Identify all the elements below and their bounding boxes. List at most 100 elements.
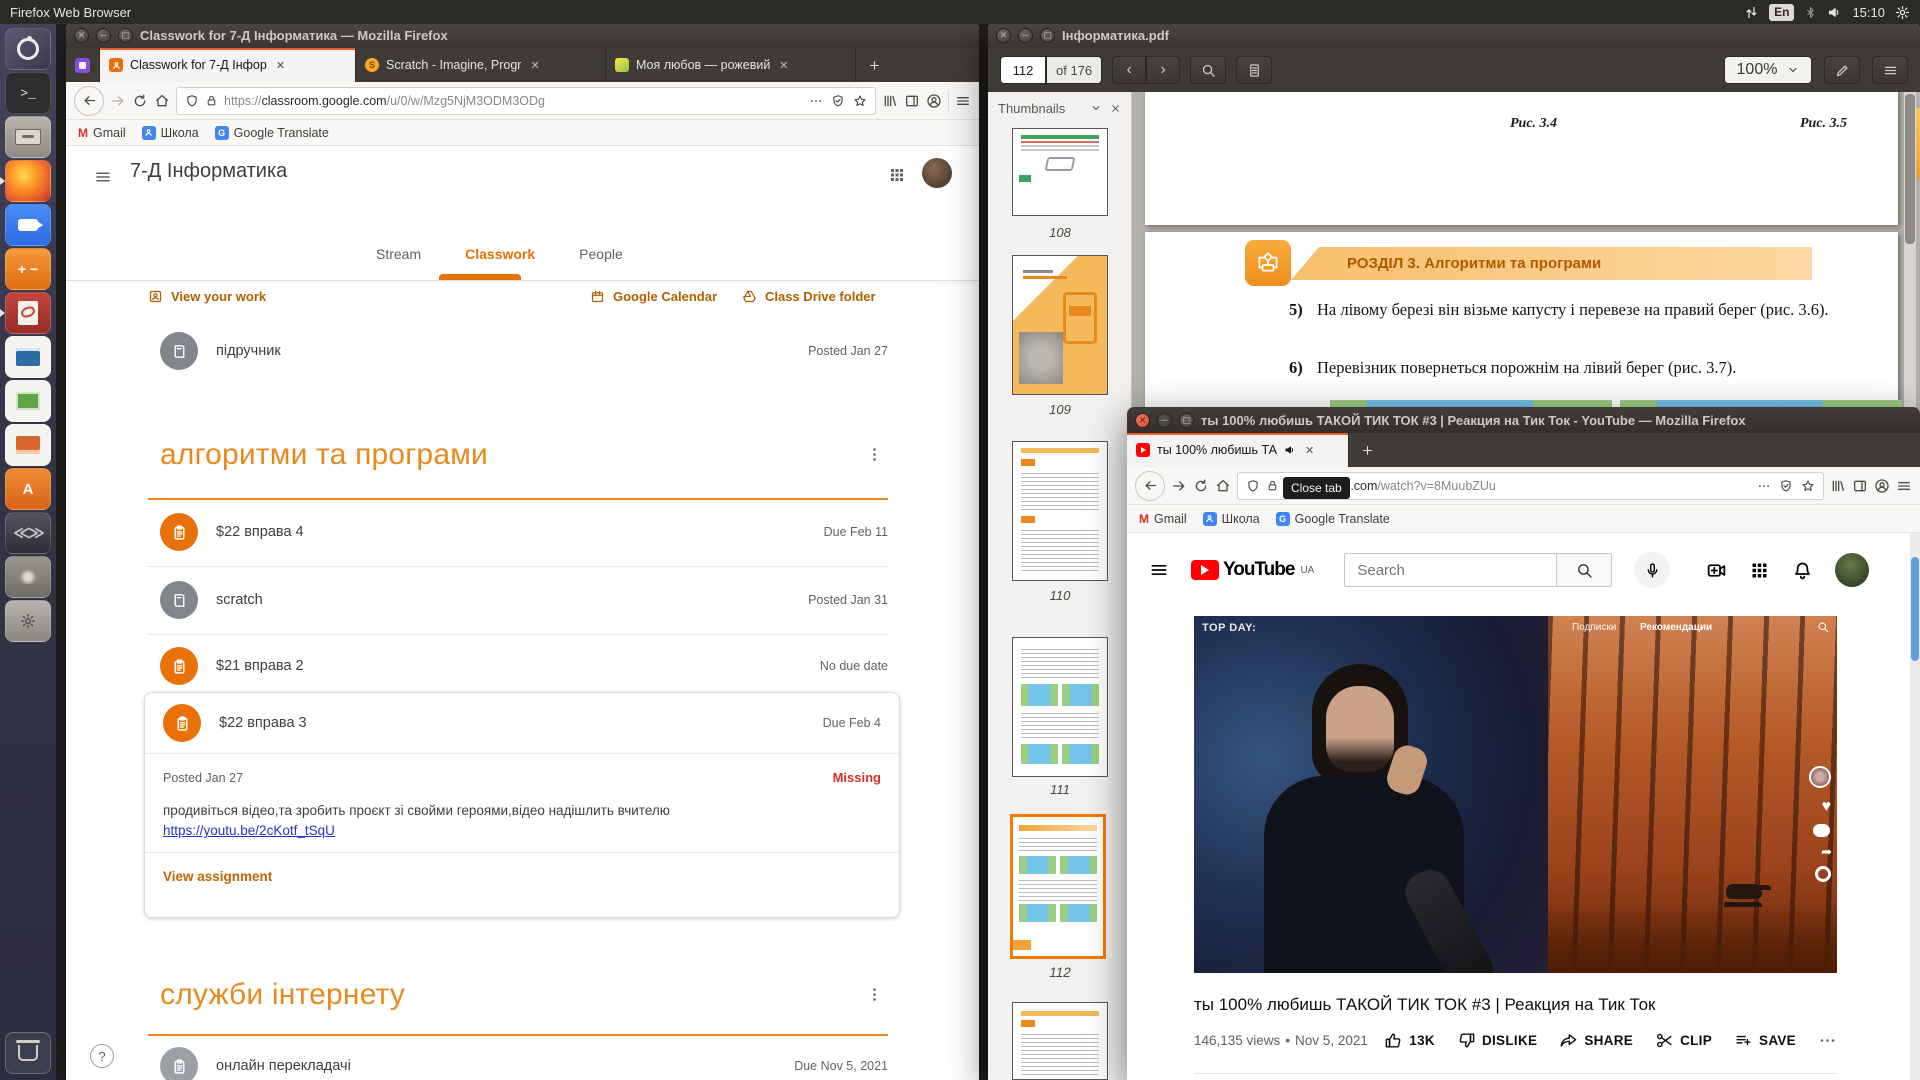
assignment-row-vprava2[interactable]: $21 вправа 2 No due date <box>160 646 888 686</box>
tiktok-comment-icon[interactable] <box>1813 824 1830 837</box>
classroom-menu-icon[interactable] <box>94 168 112 186</box>
window-close-button[interactable]: ✕ <box>1135 413 1150 428</box>
window-close-button[interactable]: ✕ <box>996 28 1011 43</box>
trash-icon[interactable] <box>5 1032 51 1074</box>
new-tab-button[interactable] <box>856 48 892 82</box>
pdf-menu-button[interactable] <box>1872 56 1908 84</box>
section-title-algorithms[interactable]: алгоритми та програми <box>160 438 488 472</box>
window-maximize-button[interactable]: ▢ <box>1040 28 1055 43</box>
view-assignment-button[interactable]: View assignment <box>163 869 272 884</box>
back-button[interactable] <box>74 86 104 116</box>
sidebars-icon[interactable] <box>1852 478 1868 494</box>
pdf-pen-button[interactable] <box>1824 56 1860 84</box>
sidebar-close-icon[interactable] <box>1110 103 1121 114</box>
next-page-button[interactable]: › <box>1146 56 1180 84</box>
material-row-scratch[interactable]: scratch Posted Jan 31 <box>160 580 888 620</box>
clock[interactable]: 15:10 <box>1852 5 1885 20</box>
youtube-apps-icon[interactable] <box>1749 560 1770 581</box>
section-title-internet[interactable]: служби інтернету <box>160 978 405 1012</box>
course-title[interactable]: 7-Д Інформатика <box>130 160 287 183</box>
account-icon[interactable] <box>926 93 942 109</box>
home-button[interactable] <box>1215 478 1231 494</box>
launcher-anydesk-icon[interactable]: ≪≫ <box>5 512 51 554</box>
launcher-writer-icon[interactable] <box>5 336 51 378</box>
reload-button[interactable] <box>132 93 148 109</box>
tab-classroom[interactable]: Classwork for 7-Д Інфор ✕ <box>100 48 356 82</box>
class-drive-folder-link[interactable]: Class Drive folder <box>742 289 876 304</box>
bluetooth-icon[interactable] <box>1804 6 1817 19</box>
launcher-firefox-icon[interactable] <box>5 160 51 202</box>
tracking-shield-icon[interactable] <box>1246 479 1260 493</box>
like-button[interactable]: 13K <box>1384 1031 1435 1050</box>
avatar[interactable] <box>922 158 952 188</box>
tab-close-icon[interactable]: ✕ <box>530 59 539 72</box>
youtube-scrollbar[interactable] <box>1910 533 1920 1080</box>
tiktok-search-icon[interactable] <box>1817 621 1829 633</box>
youtube-logo[interactable]: YouTube UA <box>1191 559 1314 581</box>
launcher-software-icon[interactable]: A <box>5 468 51 510</box>
pdf-search-button[interactable] <box>1190 56 1226 84</box>
window-maximize-button[interactable]: ▢ <box>1179 413 1194 428</box>
assignment-row-translators[interactable]: онлайн перекладачі Due Nov 5, 2021 <box>160 1046 888 1080</box>
tab-close-icon[interactable]: ✕ <box>1305 444 1314 457</box>
bookmark-translate[interactable]: GGoogle Translate <box>1276 512 1390 526</box>
window-minimize-button[interactable]: ─ <box>1018 28 1033 43</box>
protection-check-icon[interactable] <box>1779 479 1793 493</box>
app-menu-icon[interactable] <box>955 93 971 109</box>
save-button[interactable]: SAVE <box>1734 1031 1796 1050</box>
launcher-files-icon[interactable] <box>5 116 51 158</box>
launcher-zoom-icon[interactable] <box>5 204 51 246</box>
share-button[interactable]: SHARE <box>1559 1031 1633 1050</box>
pinned-tab[interactable] <box>66 48 100 82</box>
tiktok-recommendations-label[interactable]: Рекомендации <box>1640 622 1712 633</box>
help-button[interactable]: ? <box>90 1044 114 1068</box>
url-bar[interactable]: https://classroom.google.com/u/0/w/Mzg5N… <box>176 87 876 115</box>
tiktok-subscriptions-label[interactable]: Подписки <box>1572 622 1616 633</box>
card-video-link[interactable]: https://youtu.be/2cKotf_tSqU <box>163 823 335 838</box>
window-minimize-button[interactable]: ─ <box>1157 413 1172 428</box>
library-icon[interactable] <box>1830 478 1846 494</box>
launcher-impress-icon[interactable] <box>5 424 51 466</box>
youtube-search-input[interactable] <box>1344 553 1556 587</box>
bookmark-gmail[interactable]: MGmail <box>1139 512 1187 526</box>
tab-youtube-video[interactable]: ты 100% любишь ТА ✕ <box>1127 433 1349 467</box>
pdf-window-titlebar[interactable]: ✕ ─ ▢ Інформатика.pdf <box>988 22 1920 48</box>
launcher-disks-icon[interactable] <box>5 556 51 598</box>
clip-button[interactable]: CLIP <box>1655 1031 1712 1050</box>
keyboard-layout-indicator[interactable]: En <box>1769 4 1794 21</box>
volume-icon[interactable] <box>1827 5 1842 20</box>
tab-mylove[interactable]: Моя любов — рожевий ✕ <box>606 48 856 82</box>
previous-page-button[interactable]: ‹ <box>1112 56 1146 84</box>
video-player[interactable]: TOP DAY: Подписки Рекомендации ♥ <box>1194 616 1837 973</box>
tracking-shield-icon[interactable] <box>185 94 199 108</box>
youtube-search-button[interactable] <box>1556 553 1612 587</box>
session-gear-icon[interactable] <box>1895 5 1910 20</box>
thumbnail-page-109[interactable] <box>1012 255 1108 395</box>
youtube-scrollbar-thumb[interactable] <box>1911 557 1919 661</box>
launcher-tweaks-icon[interactable] <box>5 600 51 642</box>
youtube-avatar[interactable] <box>1835 553 1869 587</box>
thumbnail-page-110[interactable] <box>1012 441 1108 581</box>
bookmark-star-icon[interactable] <box>853 94 867 108</box>
page-number-input[interactable] <box>1000 56 1046 84</box>
create-video-icon[interactable] <box>1706 560 1727 581</box>
tab-stream[interactable]: Stream <box>376 246 421 262</box>
window-close-button[interactable]: ✕ <box>74 28 89 43</box>
window-maximize-button[interactable]: ▢ <box>118 28 133 43</box>
section-menu-icon[interactable] <box>866 446 883 463</box>
bookmark-school[interactable]: Школа <box>142 126 199 140</box>
thumbnail-page-108[interactable] <box>1012 128 1108 216</box>
tab-scratch[interactable]: S Scratch - Imagine, Progr ✕ <box>356 48 606 82</box>
tab-classwork[interactable]: Classwork <box>465 246 535 262</box>
thumbnail-page-113[interactable] <box>1012 1002 1108 1080</box>
bookmark-gmail[interactable]: MGmail <box>78 126 126 140</box>
tab-people[interactable]: People <box>579 246 623 262</box>
new-tab-button[interactable] <box>1349 433 1385 467</box>
launcher-calculator-icon[interactable]: + − <box>5 248 51 290</box>
material-row-pidruchnyk[interactable]: підручник Posted Jan 27 <box>160 331 888 371</box>
zoom-level-dropdown[interactable]: 100% <box>1724 56 1812 84</box>
tab-audio-icon[interactable] <box>1284 444 1296 456</box>
classroom-window-titlebar[interactable]: ✕ ─ ▢ Classwork for 7-Д Інформатика — Mo… <box>66 22 979 48</box>
bookmark-star-icon[interactable] <box>1801 479 1815 493</box>
back-button[interactable] <box>1135 471 1165 501</box>
